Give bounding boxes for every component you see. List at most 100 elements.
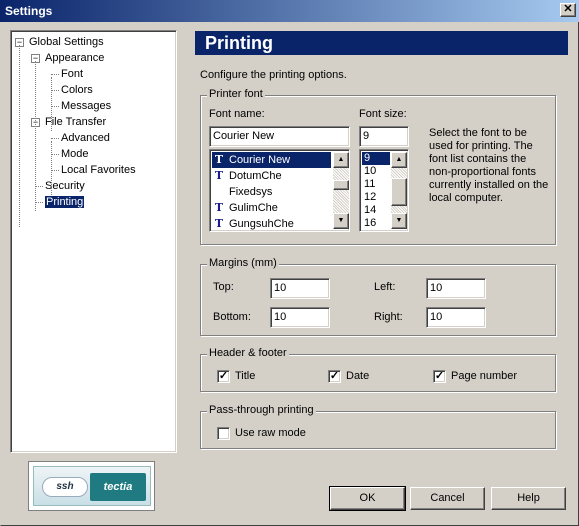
- tree-item-label: Local Favorites: [61, 164, 136, 176]
- truetype-font-icon: T: [214, 169, 224, 182]
- left-margin-label: Left:: [374, 281, 396, 293]
- cancel-button[interactable]: Cancel: [410, 487, 485, 510]
- help-button[interactable]: Help: [491, 487, 566, 510]
- ok-button[interactable]: OK: [329, 486, 406, 511]
- tree-item-label: File Transfer: [45, 116, 107, 128]
- tree-connector: [35, 186, 43, 187]
- header-footer-group: Header & footer ✓ Title ✓ Date ✓ Page nu…: [200, 347, 556, 392]
- tree-item-label: Messages: [61, 100, 112, 112]
- logo-ssh-text: ssh: [42, 477, 88, 497]
- page-number-checkbox-label[interactable]: Page number: [451, 370, 517, 382]
- tree-item[interactable]: Advanced: [61, 131, 110, 145]
- printer-font-group-title: Printer font: [207, 88, 265, 100]
- font-list-item[interactable]: T GulimChe: [212, 200, 331, 216]
- size-scroll-thumb[interactable]: [391, 178, 407, 206]
- font-list-item-label: GungsuhChe: [229, 218, 294, 230]
- tree-item[interactable]: Printing: [45, 195, 85, 209]
- font-list-item-label: DotumChe: [229, 170, 282, 182]
- tree-item[interactable]: Font: [61, 67, 83, 81]
- settings-tree[interactable]: Global Settings − Appearance − Font Colors Mes…: [10, 30, 177, 453]
- margins-group-title: Margins (mm): [207, 257, 279, 269]
- tree-item-label: Colors: [61, 84, 93, 96]
- title-checkbox[interactable]: ✓: [217, 370, 230, 383]
- tree-item-label: Printing: [45, 196, 85, 208]
- page-description: Configure the printing options.: [200, 69, 347, 81]
- font-size-list-item[interactable]: 14: [362, 204, 390, 217]
- window-title: Settings: [5, 4, 53, 18]
- font-size-list-item[interactable]: 11: [362, 178, 390, 191]
- font-list-item[interactable]: Fixedsys: [212, 184, 331, 200]
- size-scroll-up-button[interactable]: ▲: [391, 152, 407, 168]
- font-list-item-label: Fixedsys: [229, 186, 273, 198]
- font-list-item[interactable]: T DotumChe: [212, 168, 331, 184]
- passthrough-group-title: Pass-through printing: [207, 404, 316, 416]
- tree-connector: [19, 45, 20, 227]
- left-margin-input[interactable]: 10: [426, 278, 486, 299]
- right-margin-input[interactable]: 10: [426, 307, 486, 328]
- font-size-label: Font size:: [359, 108, 407, 120]
- date-checkbox[interactable]: ✓: [328, 370, 341, 383]
- scroll-up-icon: ▲: [395, 156, 403, 163]
- tree-item[interactable]: Colors: [61, 83, 93, 97]
- printer-font-group: Printer font Font name: Courier New T Gun…: [200, 88, 556, 245]
- check-icon: ✓: [434, 370, 445, 382]
- tree-item[interactable]: Appearance: [45, 51, 104, 65]
- check-icon: ✓: [329, 370, 340, 382]
- font-size-list-item[interactable]: 9: [362, 152, 390, 165]
- font-info-text: Select the font to be used for printing.…: [429, 127, 549, 204]
- bottom-margin-input[interactable]: 10: [270, 307, 330, 328]
- tree-connector: [35, 202, 43, 203]
- tree-connector: [51, 106, 59, 107]
- raw-mode-checkbox[interactable]: [217, 427, 230, 440]
- page-number-checkbox[interactable]: ✓: [433, 370, 446, 383]
- scroll-down-button[interactable]: ▼: [333, 213, 349, 229]
- tree-item-label: Mode: [61, 148, 89, 160]
- logo-panel: ssh tectia: [33, 466, 151, 506]
- font-name-label: Font name:: [209, 108, 265, 120]
- truetype-font-icon: T: [214, 153, 224, 166]
- raw-mode-label[interactable]: Use raw mode: [235, 427, 306, 439]
- tree-item-label: Advanced: [61, 132, 110, 144]
- bottom-margin-label: Bottom:: [213, 311, 251, 323]
- font-size-list-item[interactable]: 16: [362, 217, 390, 230]
- tree-item[interactable]: File Transfer: [45, 115, 106, 129]
- font-size-list[interactable]: 16 14 12 11 10 9 ▲ ▼: [359, 149, 409, 232]
- title-checkbox-label[interactable]: Title: [235, 370, 255, 382]
- size-list-scrollbar[interactable]: ▲ ▼: [391, 152, 407, 229]
- tree-item-label: Global Settings: [29, 36, 104, 48]
- tree-connector: [51, 77, 52, 131]
- tree-item[interactable]: Mode: [61, 147, 89, 161]
- tree-item[interactable]: Global Settings: [29, 35, 104, 49]
- tree-item[interactable]: Local Favorites: [61, 163, 136, 177]
- scroll-up-icon: ▲: [337, 156, 345, 163]
- tree-connector: [51, 141, 52, 195]
- top-margin-input[interactable]: 10: [270, 278, 330, 299]
- size-scroll-down-button[interactable]: ▼: [391, 213, 407, 229]
- font-size-input[interactable]: 9: [359, 126, 409, 147]
- close-button[interactable]: ✕: [560, 3, 576, 17]
- font-list-item-label: Courier New: [229, 154, 291, 166]
- date-checkbox-label[interactable]: Date: [346, 370, 369, 382]
- truetype-font-icon: T: [214, 217, 224, 230]
- font-list-scrollbar[interactable]: ▲ ▼: [333, 152, 349, 229]
- scroll-down-icon: ▼: [395, 217, 403, 224]
- header-footer-group-title: Header & footer: [207, 347, 289, 359]
- scroll-thumb[interactable]: [333, 180, 349, 190]
- font-name-input[interactable]: Courier New: [209, 126, 350, 147]
- close-icon: ✕: [563, 3, 573, 15]
- top-margin-label: Top:: [213, 281, 234, 293]
- logo-tectia-text: tectia: [90, 473, 146, 501]
- font-list-item[interactable]: T Courier New: [212, 152, 331, 168]
- tree-connector: [51, 90, 59, 91]
- tree-item-label: Font: [61, 68, 84, 80]
- font-list-item[interactable]: T GungsuhChe: [212, 216, 331, 231]
- font-name-list[interactable]: T GungsuhChe T GulimChe Fixedsys T DotumChe T Co…: [209, 149, 350, 232]
- font-name-label-text: Font name:: [209, 108, 265, 120]
- font-size-list-item[interactable]: 12: [362, 191, 390, 204]
- scroll-up-button[interactable]: ▲: [333, 152, 349, 168]
- page-title: Printing: [195, 31, 568, 55]
- tree-connector: [51, 170, 59, 171]
- tree-connector: [51, 74, 59, 75]
- font-size-list-item[interactable]: 10: [362, 165, 390, 178]
- tree-item[interactable]: Messages: [61, 99, 111, 113]
